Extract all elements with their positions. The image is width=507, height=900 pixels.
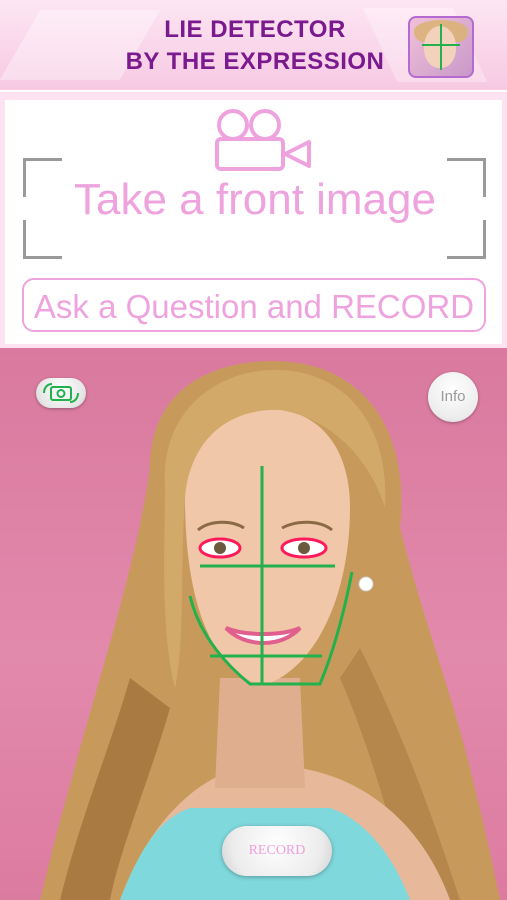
take-front-image-text: Take a front image xyxy=(74,175,436,224)
switch-camera-button[interactable] xyxy=(36,378,86,408)
camera-switch-icon xyxy=(43,383,79,403)
record-button[interactable]: RECORD xyxy=(222,826,332,876)
capture-panel: Take a front image Ask a Question and RE… xyxy=(0,92,507,348)
face-photo xyxy=(40,361,500,900)
ask-question-record-button[interactable]: Ask a Question and RECORD xyxy=(22,278,486,332)
info-button[interactable]: Info xyxy=(428,372,478,422)
app-title: LIE DETECTOR BY THE EXPRESSION xyxy=(90,14,420,78)
face-grid-icon xyxy=(408,16,474,78)
title-line-2: BY THE EXPRESSION xyxy=(125,48,385,75)
app-header: LIE DETECTOR BY THE EXPRESSION xyxy=(0,0,507,90)
camera-preview: Info RECORD xyxy=(0,348,507,900)
title-line-1: LIE DETECTOR xyxy=(164,16,346,43)
video-camera-icon xyxy=(215,109,311,171)
